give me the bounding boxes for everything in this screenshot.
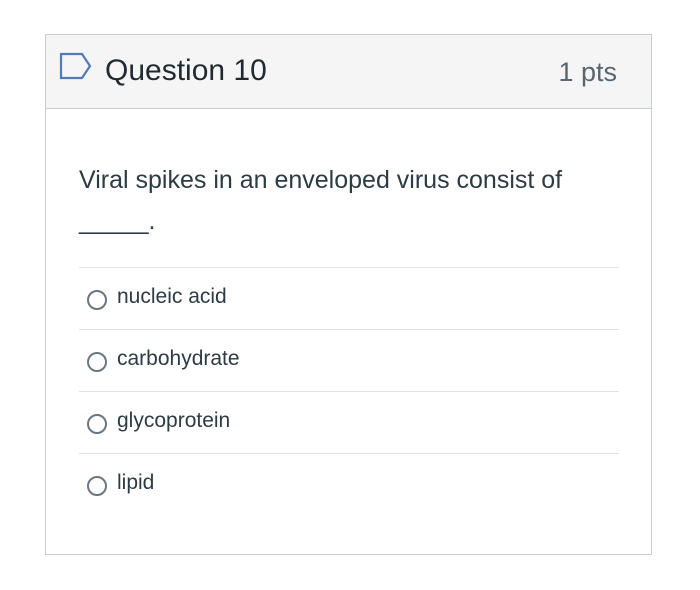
- question-header: Question 10 1 pts: [46, 35, 651, 109]
- question-text: Viral spikes in an enveloped virus consi…: [79, 166, 563, 235]
- answer-label: lipid: [117, 471, 155, 494]
- answer-option-lipid[interactable]: lipid: [79, 454, 619, 516]
- radio-unchecked-icon[interactable]: [87, 476, 107, 496]
- radio-unchecked-icon[interactable]: [87, 413, 107, 434]
- answer-list: nucleic acid carbohydrate glycoprotein l…: [79, 267, 619, 516]
- question-body: Viral spikes in an enveloped virus consi…: [46, 160, 651, 516]
- answer-option-carbohydrate[interactable]: carbohydrate: [79, 330, 619, 392]
- answer-label: glycoprotein: [117, 408, 231, 432]
- flag-question-icon[interactable]: [59, 52, 93, 80]
- question-title: Question 10: [105, 54, 267, 87]
- answer-option-glycoprotein[interactable]: glycoprotein: [79, 392, 619, 454]
- answer-option-nucleic-acid[interactable]: nucleic acid: [79, 268, 619, 330]
- answer-label: nucleic acid: [117, 284, 227, 308]
- radio-unchecked-icon[interactable]: [87, 289, 107, 310]
- question-card: Question 10 1 pts Viral spikes in an env…: [45, 34, 652, 555]
- radio-unchecked-icon[interactable]: [87, 351, 107, 372]
- question-points: 1 pts: [558, 57, 617, 87]
- answer-label: carbohydrate: [117, 346, 240, 370]
